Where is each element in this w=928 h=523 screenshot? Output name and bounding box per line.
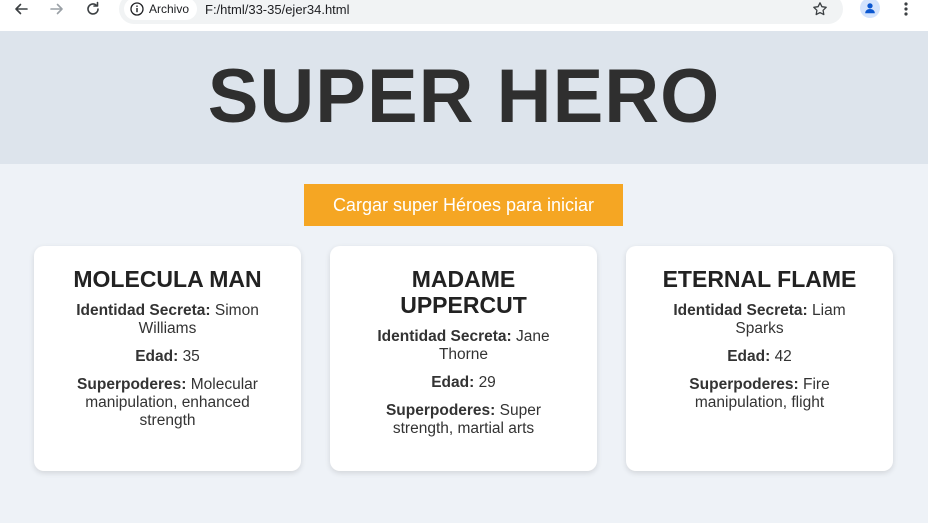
kebab-menu-icon[interactable] [898,0,914,18]
url-text[interactable]: F:/html/33-35/ejer34.html [205,2,350,17]
hero-name: ETERNAL FLAME [662,266,857,292]
powers-label: Superpoderes: [689,376,799,393]
hero-card: MOLECULA MAN Identidad Secreta: Simon Wi… [34,246,301,471]
back-icon[interactable] [9,0,33,18]
age-label: Edad: [135,348,179,365]
hero-card: MADAME UPPERCUT Identidad Secreta: Jane … [330,246,597,471]
hero-identity: Identidad Secreta: Liam Sparks [656,302,863,338]
hero-name: MOLECULA MAN [73,266,262,292]
age-value: 42 [774,348,792,365]
reload-icon[interactable] [81,0,105,18]
hero-name: MADAME UPPERCUT [400,266,527,318]
hero-powers: Superpoderes: Super strength, martial ar… [360,402,567,438]
identity-label: Identidad Secreta: [673,302,808,319]
hero-identity: Identidad Secreta: Simon Williams [64,302,271,338]
bookmark-star-icon[interactable] [810,0,830,18]
age-value: 29 [478,374,496,391]
hero-age: Edad: 29 [360,374,567,392]
load-heroes-button[interactable]: Cargar super Héroes para iniciar [304,184,623,226]
browser-toolbar: Archivo F:/html/33-35/ejer34.html [0,0,928,31]
site-info-chip[interactable]: Archivo [124,0,198,20]
hero-identity: Identidad Secreta: Jane Thorne [360,328,567,364]
page-title: SUPER HERO [207,54,721,139]
hero-age: Edad: 42 [656,348,863,366]
site-info-label: Archivo [149,2,190,16]
info-icon [130,2,144,16]
page-header: SUPER HERO [0,31,928,164]
hero-age: Edad: 35 [64,348,271,366]
hero-powers: Superpoderes: Molecular manipulation, en… [64,376,271,430]
identity-label: Identidad Secreta: [76,302,211,319]
address-bar[interactable]: Archivo F:/html/33-35/ejer34.html [119,0,843,24]
powers-label: Superpoderes: [385,402,496,419]
forward-icon[interactable] [45,0,69,18]
powers-label: Superpoderes: [77,376,187,393]
hero-powers: Superpoderes: Fire manipulation, flight [656,376,863,412]
age-label: Edad: [431,374,475,391]
profile-avatar-icon[interactable] [860,0,880,18]
age-value: 35 [182,348,200,365]
hero-card: ETERNAL FLAME Identidad Secreta: Liam Sp… [626,246,893,471]
age-label: Edad: [727,348,771,365]
identity-label: Identidad Secreta: [377,328,512,345]
